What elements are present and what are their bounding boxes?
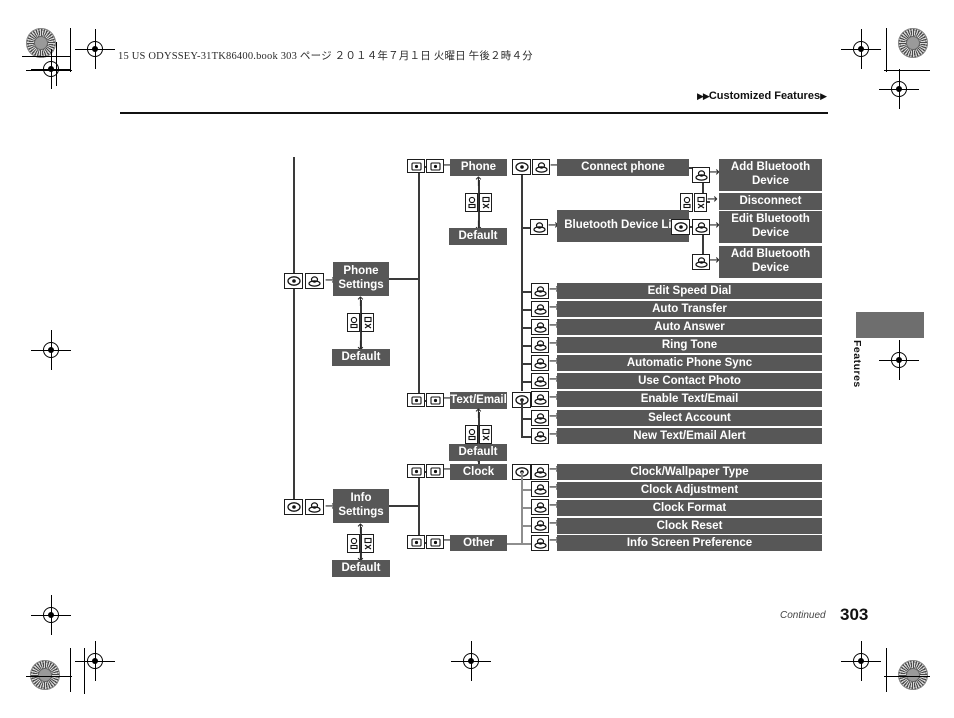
selector-right-icon-clock [426,464,444,478]
node-default-phone-settings[interactable]: Default [332,349,390,366]
enter-knob-icon-info-screen-preference [531,535,549,551]
enter-knob-icon-bt-list [530,219,548,235]
node-clock-format[interactable]: Clock Format [557,500,822,516]
back-button-icon-d2 [361,534,374,553]
trunk-tick [293,157,295,163]
node-clock-wallpaper-type[interactable]: Clock/Wallpaper Type [557,464,822,480]
enter-knob-icon-use-contact-photo [531,373,549,389]
node-default-info-settings[interactable]: Default [332,560,390,577]
row-line-use-contact-photo [521,381,531,383]
trunk-line [293,162,295,510]
node-info-screen-preference[interactable]: Info Screen Preference [557,535,822,551]
back-button-icon-a1 [347,313,360,332]
back-button-icon-b2 [479,193,492,212]
enter-knob-icon-auto-answer [531,319,549,335]
enter-knob-icon-connect-phone [532,159,550,175]
back-button-icon-c2 [479,425,492,444]
row-line-clock-reset [521,525,531,527]
enter-knob-icon-edit-bt [692,219,710,235]
node-auto-transfer[interactable]: Auto Transfer [557,301,822,317]
node-connect-phone[interactable]: Connect phone [557,159,689,176]
selector-left-icon-phone [407,159,425,173]
menu-flow-diagram: → Phone Settings ↑ ↓ Default → Phone ↑ ↓… [0,0,954,718]
node-select-account[interactable]: Select Account [557,410,822,426]
node-other[interactable]: Other [450,535,507,551]
enter-knob-icon-clock-wallpaper-type [531,464,549,480]
arrow-to-disconnect: → [707,192,718,207]
node-auto-answer[interactable]: Auto Answer [557,319,822,335]
phone-button-icon-phone-branch [512,159,531,175]
phone-button-icon-info [284,499,303,515]
enter-knob-icon-clock-reset [531,517,549,533]
row-line-ring-tone [521,345,531,347]
node-use-contact-photo[interactable]: Use Contact Photo [557,373,822,389]
selector-left-icon-text-email [407,393,425,407]
enter-knob-icon-clock-adjustment [531,481,549,497]
selector-left-icon-clock [407,464,425,478]
other-to-info-screen-line [507,543,532,545]
node-clock-reset[interactable]: Clock Reset [557,518,822,534]
enter-knob-icon-new-text-email-alert [531,428,549,444]
node-ring-tone[interactable]: Ring Tone [557,337,822,353]
node-enable-text-email[interactable]: Enable Text/Email [557,391,822,407]
arrow-up-phone-settings-default: ↑ [355,295,366,310]
node-bluetooth-device-list[interactable]: Bluetooth Device List [557,210,689,242]
info-settings-branch-bus-v [418,471,420,542]
back-button-icon-disconnect-2 [694,193,707,212]
enter-knob-icon-add-bt-2 [692,254,710,270]
back-button-icon-b1 [465,193,478,212]
phone-settings-branch-bus-v [418,166,420,401]
enter-knob-icon-enable-text-email [531,391,549,407]
back-button-icon-d1 [347,534,360,553]
phone-button-icon [284,273,303,289]
row-line-new-text-email-alert [521,436,531,438]
enter-knob-icon-root-info [305,499,324,515]
node-phone-settings[interactable]: Phone Settings [333,262,389,296]
enter-knob-icon-auto-transfer [531,301,549,317]
selector-left-icon-other [407,535,425,549]
enter-knob-icon-add-bt-1 [692,167,710,183]
selector-right-icon-other [426,535,444,549]
back-button-icon-a2 [361,313,374,332]
node-clock[interactable]: Clock [450,464,507,480]
enter-knob-icon-automatic-phone-sync [531,355,549,371]
enter-knob-icon-ring-tone [531,337,549,353]
row-line-edit-speed-dial [521,291,531,293]
node-clock-adjustment[interactable]: Clock Adjustment [557,482,822,498]
node-disconnect[interactable]: Disconnect [719,193,822,210]
row-line-clock-adjustment [521,489,531,491]
enter-knob-icon-clock-format [531,499,549,515]
row-line-auto-transfer [521,309,531,311]
node-edit-bluetooth-device[interactable]: Edit Bluetooth Device [719,211,822,243]
row-line-select-account [521,418,531,420]
row-line-automatic-phone-sync [521,363,531,365]
enter-knob-icon-select-account [531,410,549,426]
arrow-up-phone-default: ↑ [473,175,484,190]
phone-button-icon-edit-bt [671,219,690,235]
node-add-bluetooth-device-1[interactable]: Add Bluetooth Device [719,159,822,191]
node-phone[interactable]: Phone [450,159,507,176]
phone-settings-branch-bus-h [389,278,419,280]
row-line-clock-format [521,507,531,509]
enter-knob-icon-root-phone [305,273,324,289]
back-button-icon-c1 [465,425,478,444]
node-info-settings[interactable]: Info Settings [333,489,389,523]
enter-knob-icon-edit-speed-dial [531,283,549,299]
node-add-bluetooth-device-2[interactable]: Add Bluetooth Device [719,246,822,278]
node-default-phone[interactable]: Default [449,228,507,245]
selector-right-icon-phone [426,159,444,173]
phone-sub-bus-v [521,175,523,391]
node-automatic-phone-sync[interactable]: Automatic Phone Sync [557,355,822,371]
node-edit-speed-dial[interactable]: Edit Speed Dial [557,283,822,299]
row-line-auto-answer [521,327,531,329]
arrow-up-text-email-default: ↑ [473,407,484,422]
node-new-text-email-alert[interactable]: New Text/Email Alert [557,428,822,444]
node-default-text-email[interactable]: Default [449,444,507,461]
info-settings-branch-bus-h [389,505,419,507]
selector-right-icon-text-email [426,393,444,407]
